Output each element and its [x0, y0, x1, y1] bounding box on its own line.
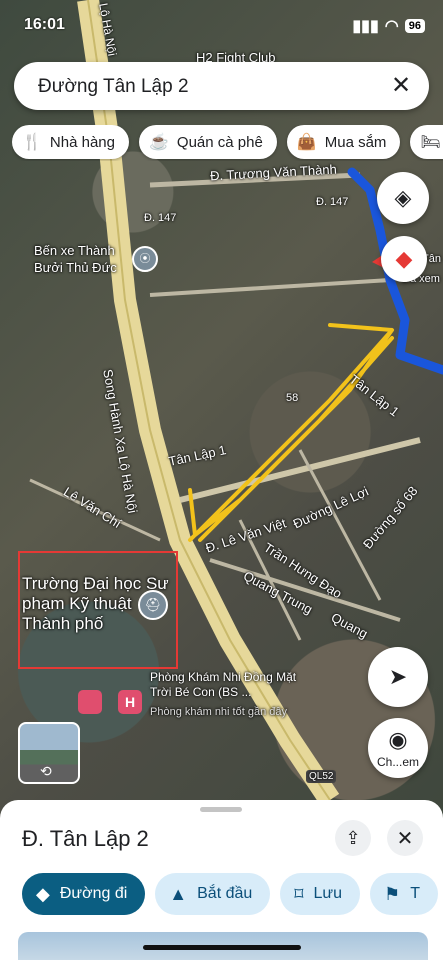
- navigation-arrow-icon: ➤: [388, 664, 408, 689]
- home-indicator[interactable]: [143, 945, 301, 950]
- lens-button[interactable]: ◉ Ch...em: [368, 718, 428, 778]
- compass-button[interactable]: ◆: [381, 236, 427, 282]
- school-icon[interactable]: ⛑: [138, 590, 168, 620]
- status-bar: 16:01 ▮▮▮ ◠ 96: [0, 14, 443, 38]
- save-button[interactable]: ⌑ Lưu: [280, 873, 361, 915]
- more-action-button[interactable]: ⚑ T: [370, 873, 438, 915]
- bookmark-icon: ⌑: [294, 883, 304, 904]
- directions-button[interactable]: ◆ Đường đi: [22, 873, 146, 915]
- map-label: 58: [286, 392, 299, 404]
- status-time: 16:01: [24, 16, 65, 33]
- store-icon[interactable]: [78, 690, 102, 714]
- close-icon: ✕: [396, 827, 414, 850]
- action-label: Lưu: [313, 885, 343, 902]
- chip-shopping[interactable]: 👜 Mua sắm: [286, 125, 401, 159]
- layers-button[interactable]: ◈: [377, 172, 429, 224]
- status-icons: ▮▮▮ ◠ 96: [352, 16, 425, 36]
- bus-station-icon[interactable]: ⦿: [132, 246, 158, 272]
- map-label: Phòng Khám Nhi Đồng Mặt Trời Bé Con (BS …: [150, 670, 297, 699]
- search-query[interactable]: Đường Tân Lập 2: [38, 76, 189, 98]
- rotate-icon: ⟲: [40, 763, 52, 779]
- hotel-icon: 🛏: [420, 134, 441, 151]
- layers-icon: ◈: [394, 185, 412, 210]
- shopping-bag-icon: 👜: [296, 134, 317, 151]
- signal-icon: ▮▮▮: [352, 18, 379, 35]
- category-chips: 🍴 Nhà hàng ☕ Quán cà phê 👜 Mua sắm 🛏K: [12, 125, 443, 161]
- chip-label: Nhà hàng: [49, 133, 115, 151]
- my-location-button[interactable]: ➤: [368, 647, 428, 707]
- chip-cafes[interactable]: ☕ Quán cà phê: [138, 125, 277, 159]
- search-bar[interactable]: Đường Tân Lập 2 ✕: [14, 62, 429, 110]
- sheet-drag-handle[interactable]: [200, 807, 242, 812]
- chip-label: Mua sắm: [324, 133, 387, 151]
- navigation-start-icon: ▲: [169, 883, 188, 904]
- map-label: Đ. 147: [316, 196, 349, 208]
- flag-icon: ⚑: [384, 883, 401, 904]
- map-label: QL52: [306, 770, 337, 783]
- coffee-icon: ☕: [148, 134, 169, 151]
- place-title: Đ. Tân Lập 2: [22, 826, 149, 851]
- map-label: Bến xe Thành Bưởi Thủ Đức: [34, 243, 117, 275]
- share-icon: ⇪: [345, 827, 361, 848]
- highlight-scribble: [188, 323, 394, 542]
- action-label: Đường đi: [59, 885, 128, 902]
- action-label: T: [410, 885, 420, 902]
- wifi-icon: ◠: [384, 18, 399, 35]
- action-buttons: ◆ Đường đi ▲ Bắt đầu ⌑ Lưu ⚑ T: [22, 873, 443, 915]
- map-label: Đ. 147: [144, 212, 177, 224]
- lens-label: Ch...em: [376, 755, 419, 769]
- restaurant-icon: 🍴: [22, 134, 42, 151]
- camera-lens-icon: ◉: [388, 727, 408, 752]
- street-view-thumbnail[interactable]: ⟲: [18, 722, 80, 784]
- hospital-icon[interactable]: H: [118, 690, 142, 714]
- close-icon[interactable]: ✕: [387, 72, 415, 100]
- map-label: Phòng khám nhi tốt gần đây: [150, 706, 287, 718]
- share-button[interactable]: ⇪: [335, 820, 371, 856]
- start-button[interactable]: ▲ Bắt đầu: [155, 873, 271, 915]
- compass-icon: ◆: [395, 246, 413, 271]
- directions-icon: ◆: [36, 883, 50, 904]
- action-label: Bắt đầu: [197, 885, 253, 902]
- close-sheet-button[interactable]: ✕: [387, 820, 423, 856]
- battery-icon: 96: [404, 19, 425, 33]
- chip-label: Quán cà phê: [176, 133, 263, 151]
- chip-restaurants[interactable]: 🍴 Nhà hàng: [12, 125, 129, 159]
- chip-hotels[interactable]: 🛏K: [410, 125, 443, 159]
